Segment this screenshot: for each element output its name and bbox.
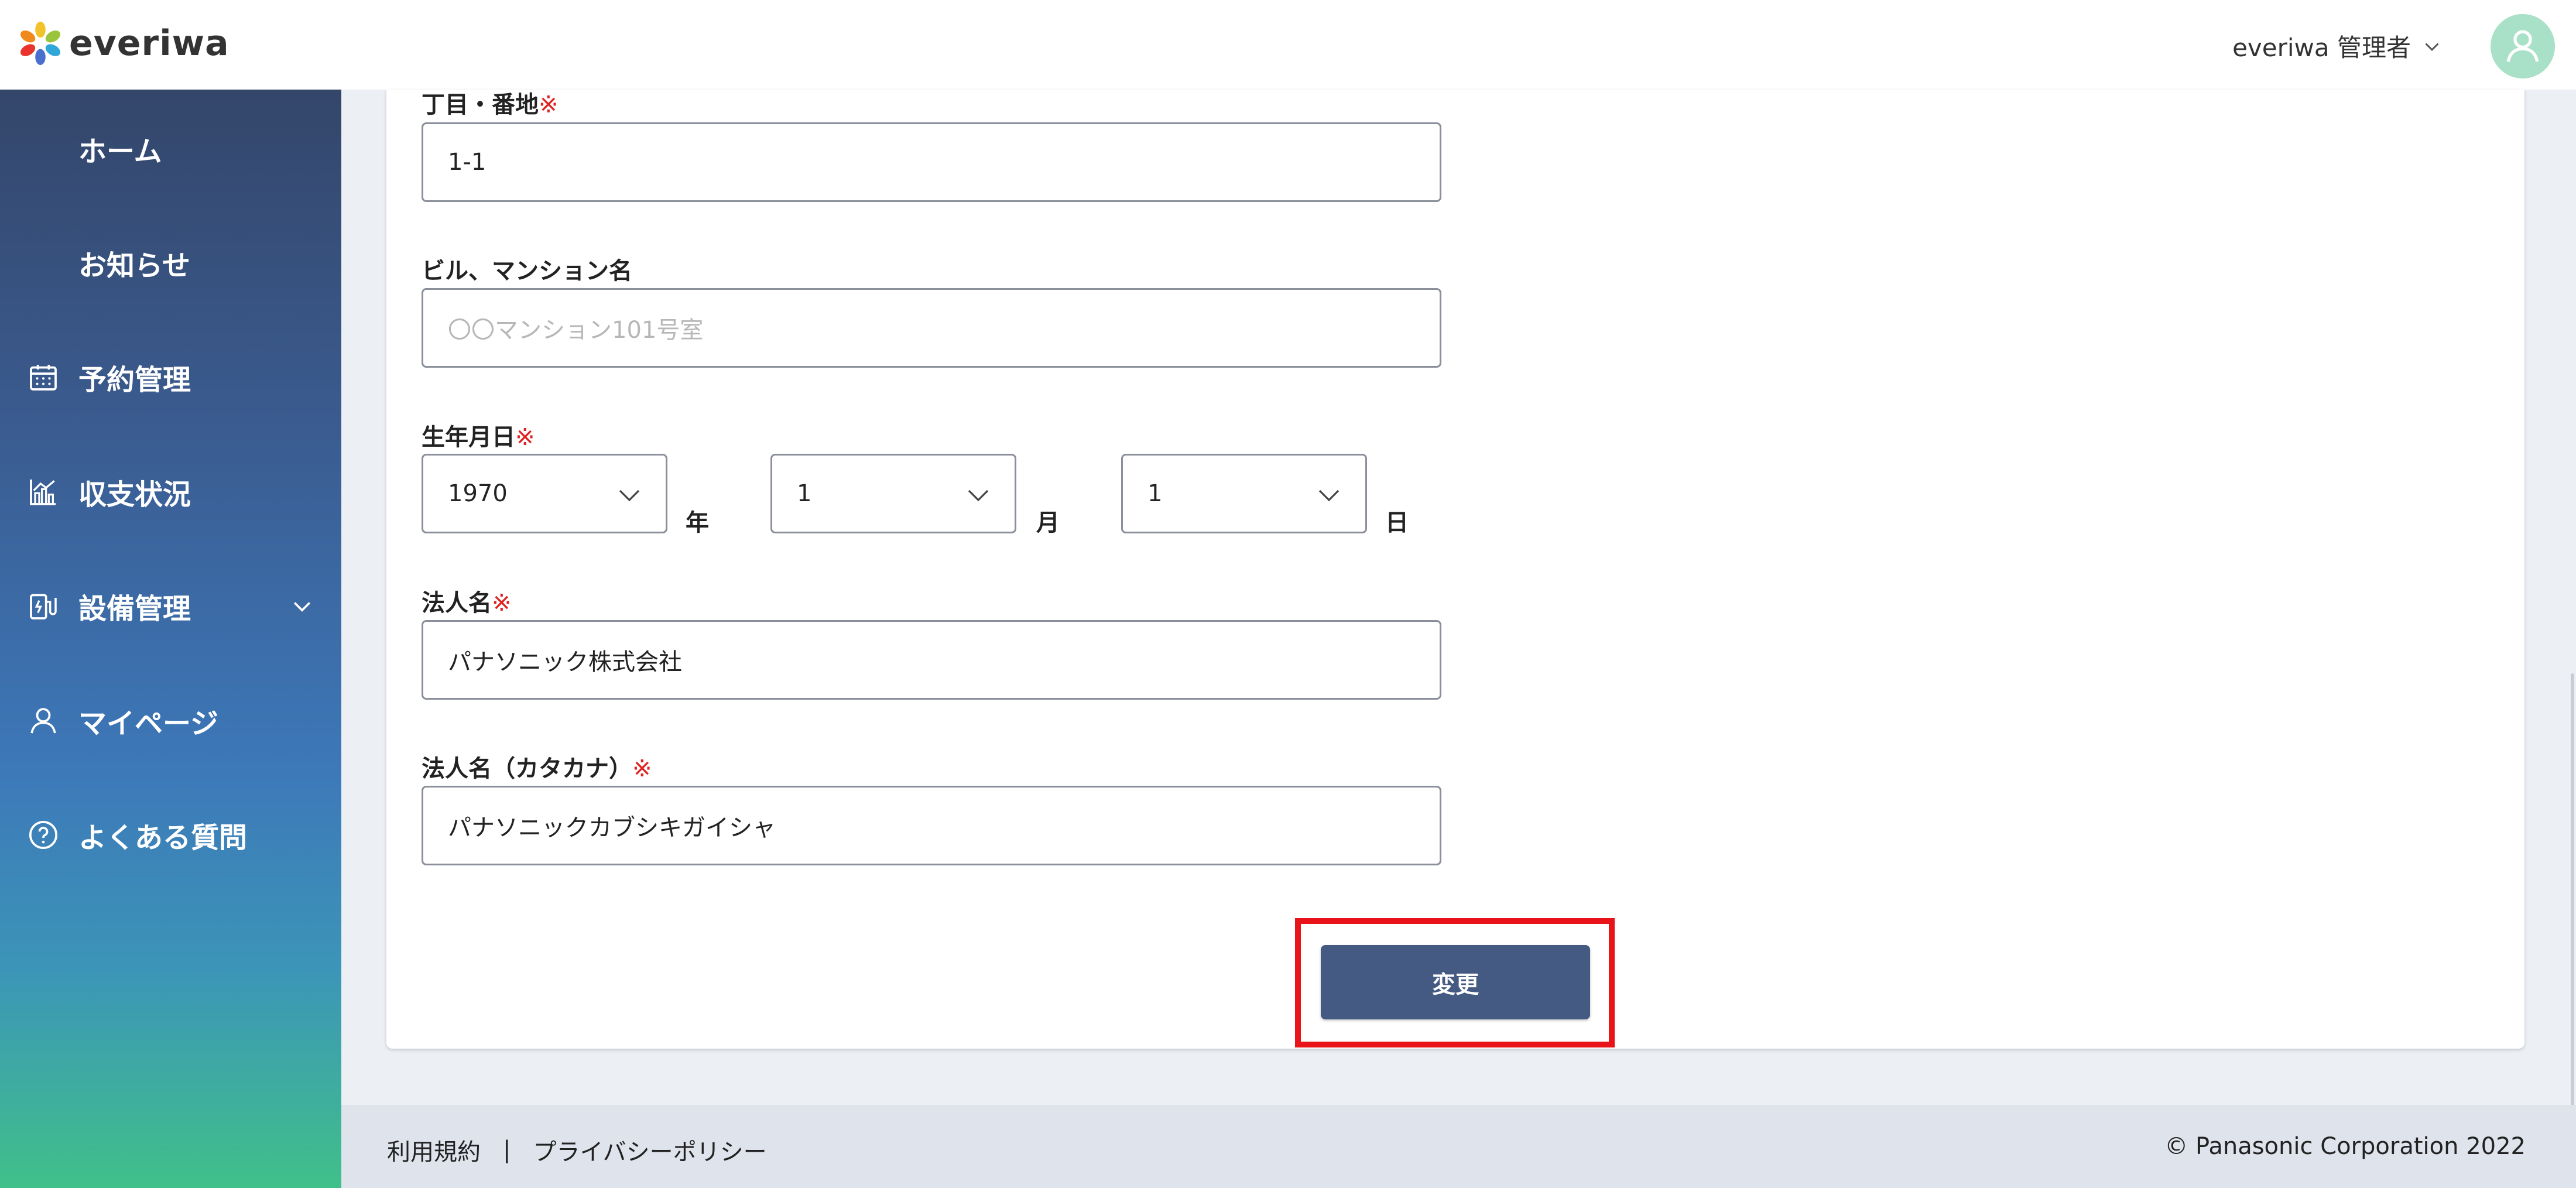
person-icon [30,708,56,734]
user-avatar-icon[interactable] [2491,14,2555,78]
chevron-down-icon [968,489,989,502]
question-icon [29,820,58,850]
select-value: 1 [1147,480,1163,507]
charger-icon [30,594,57,619]
sidebar-item-label: 予約管理 [78,364,191,396]
profile-form-card [386,90,2524,1049]
required-mark: ※ [539,91,559,118]
required-mark: ※ [492,590,512,617]
sidebar-item-label: お知らせ [78,249,191,282]
required-mark: ※ [515,424,535,451]
privacy-link[interactable]: プライバシーポリシー [533,1133,766,1167]
logo-text: everiwa [69,23,229,64]
change-button[interactable]: 変更 [1321,945,1590,1019]
select-value: 1970 [448,480,508,507]
footer-links: 利用規約 | プライバシーポリシー [387,1133,767,1167]
chart-icon [30,480,56,505]
page-footer: 利用規約 | プライバシーポリシー © Panasonic Corporatio… [341,1105,2576,1188]
sidebar-item-news[interactable]: お知らせ [0,228,341,298]
company-name-label: 法人名※ [422,584,512,618]
sidebar-item-income[interactable]: 収支状況 [0,457,341,527]
user-menu[interactable]: everiwa 管理者 [2232,28,2443,64]
footer-separator: | [503,1136,511,1163]
year-unit: 年 [686,509,709,536]
sidebar-item-label: マイページ [78,707,219,740]
sidebar-item-label: 収支状況 [78,478,191,511]
label-text: 法人名 [422,590,492,617]
input-value: パナソニックカブシキガイシャ [448,814,776,841]
input-placeholder: 〇〇マンション101号室 [448,317,704,344]
sidebar-item-reservations[interactable]: 予約管理 [0,342,341,412]
chevron-down-icon [619,489,640,502]
birth-month-select[interactable]: 1 [770,454,1016,533]
sidebar-item-label: 設備管理 [78,593,191,625]
sidebar: ホーム お知らせ 予約管理 収支状況 設備管理 マイページ よくある質問 [0,90,341,1188]
copyright-text: © Panasonic Corporation 2022 [2164,1133,2526,1160]
sidebar-item-label: ホーム [78,135,162,168]
birthday-label: 生年月日※ [422,418,535,452]
select-value: 1 [797,480,812,507]
scrollbar-thumb[interactable] [2571,673,2574,1107]
sidebar-item-equipment[interactable]: 設備管理 [0,571,341,641]
top-header: everiwa everiwa 管理者 [0,0,2576,90]
day-unit: 日 [1385,509,1409,536]
company-kana-input[interactable]: パナソニックカブシキガイシャ [422,786,1441,865]
everiwa-logo[interactable]: everiwa [18,20,229,67]
input-value: 1-1 [448,149,487,176]
chevron-down-icon [1318,489,1340,502]
birth-day-select[interactable]: 1 [1121,454,1367,533]
sidebar-item-mypage[interactable]: マイページ [0,686,341,756]
building-name-label: ビル、マンション名 [422,252,632,286]
user-name: everiwa 管理者 [2232,33,2411,62]
company-name-input[interactable]: パナソニック株式会社 [422,620,1441,700]
label-text: 丁目・番地 [422,91,539,118]
chevron-down-icon [293,602,311,612]
sidebar-item-faq[interactable]: よくある質問 [0,800,341,870]
required-mark: ※ [632,755,652,782]
label-text: ビル、マンション名 [422,258,632,285]
sidebar-item-label: よくある質問 [78,821,248,854]
chevron-down-icon [2425,42,2439,51]
label-text: 法人名（カタカナ） [422,755,632,782]
input-value: パナソニック株式会社 [448,649,682,676]
sidebar-item-home[interactable]: ホーム [0,114,341,184]
birth-year-select[interactable]: 1970 [422,454,667,533]
label-text: 生年月日 [422,424,515,451]
month-unit: 月 [1036,509,1060,536]
calendar-icon [30,365,57,391]
company-kana-label: 法人名（カタカナ）※ [422,749,652,783]
terms-link[interactable]: 利用規約 [387,1133,481,1167]
block-address-input[interactable]: 1-1 [422,122,1441,202]
logo-flower-icon [20,21,61,66]
building-name-input[interactable]: 〇〇マンション101号室 [422,288,1441,368]
block-address-label: 丁目・番地※ [422,85,559,119]
